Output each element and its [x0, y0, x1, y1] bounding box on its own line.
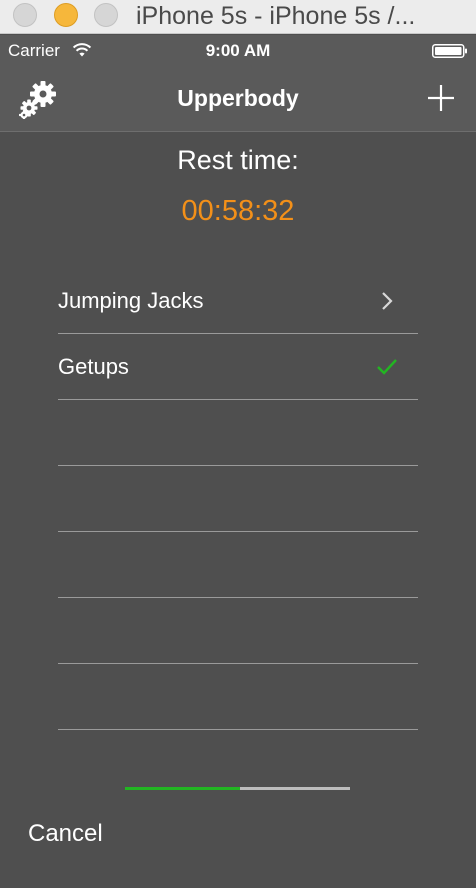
- exercise-row[interactable]: Getups: [58, 334, 418, 400]
- checkmark-icon: [377, 359, 397, 375]
- minimize-window-button[interactable]: [54, 3, 78, 27]
- plus-icon: [428, 85, 454, 111]
- workout-progress-bar: [125, 787, 350, 790]
- chevron-right-icon: [382, 292, 393, 310]
- battery-icon: [432, 44, 467, 58]
- rest-time-value: 00:58:32: [181, 195, 295, 227]
- exercise-list: Jumping Jacks Getups: [58, 268, 418, 730]
- exercise-name: Jumping Jacks: [58, 288, 204, 313]
- rest-time-label: Rest time:: [177, 145, 299, 175]
- window-title: iPhone 5s - iPhone 5s /...: [136, 2, 416, 30]
- status-bar: Carrier 9:00 AM: [0, 35, 476, 67]
- simulator-titlebar: iPhone 5s - iPhone 5s /...: [0, 0, 476, 34]
- close-window-button[interactable]: [13, 3, 37, 27]
- empty-row[interactable]: [58, 532, 418, 598]
- empty-row[interactable]: [58, 400, 418, 466]
- workout-progress-fill: [125, 787, 240, 790]
- empty-row[interactable]: [58, 466, 418, 532]
- empty-row[interactable]: [58, 664, 418, 730]
- phone-screen: Carrier 9:00 AM Upperbody Rest time: 00:…: [0, 35, 476, 888]
- zoom-window-button[interactable]: [94, 3, 118, 27]
- status-time: 9:00 AM: [205, 41, 271, 60]
- cancel-button[interactable]: Cancel: [28, 820, 103, 848]
- exercise-name: Getups: [58, 354, 129, 379]
- nav-title: Upperbody: [177, 85, 299, 111]
- navigation-area: Carrier 9:00 AM Upperbody: [0, 35, 476, 132]
- add-exercise-button[interactable]: [424, 81, 458, 115]
- empty-row[interactable]: [58, 598, 418, 664]
- exercise-row[interactable]: Jumping Jacks: [58, 268, 418, 334]
